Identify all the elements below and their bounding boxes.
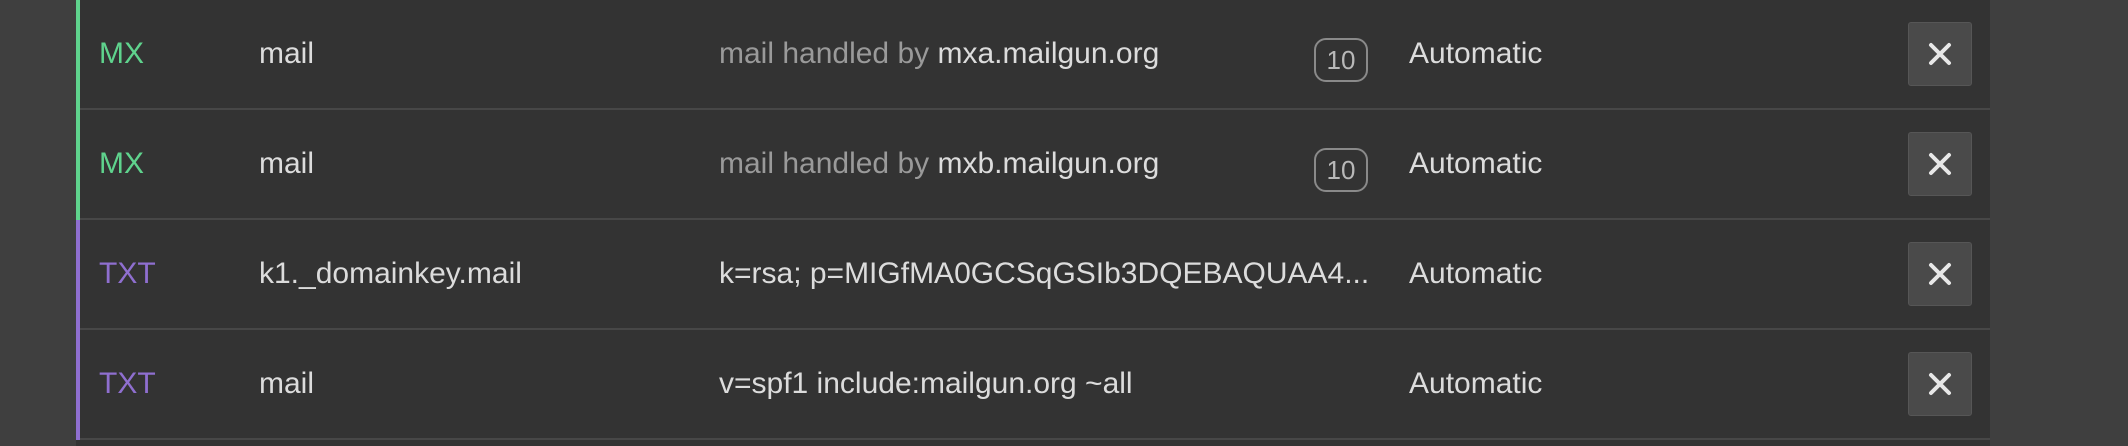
record-type-stripe: [76, 0, 80, 110]
record-type: MX: [99, 147, 144, 180]
dns-records-page: MX mail mail handled by mxa.mailgun.org …: [0, 0, 2128, 446]
record-priority-badge: 10: [1314, 148, 1368, 192]
record-name: mail: [259, 367, 315, 400]
close-icon: [1929, 263, 1951, 285]
delete-record-button[interactable]: [1908, 352, 1972, 416]
record-content: mail handled by mxb.mailgun.org: [719, 110, 1159, 218]
dns-record-row[interactable]: TXT k1._domainkey.mail k=rsa; p=MIGfMA0G…: [76, 220, 1990, 330]
record-content-value: v=spf1 include:mailgun.org ~all: [719, 367, 1133, 400]
record-content: mail handled by mxa.mailgun.org: [719, 0, 1159, 108]
close-icon: [1929, 373, 1951, 395]
dns-record-row[interactable]: MX mail mail handled by mxa.mailgun.org …: [76, 0, 1990, 110]
record-content: k=rsa; p=MIGfMA0GCSqGSIb3DQEBAQUAA4...: [719, 220, 1369, 328]
record-type: TXT: [99, 257, 156, 290]
record-content-value: mxa.mailgun.org: [937, 37, 1160, 70]
record-type-stripe: [76, 110, 80, 220]
dns-record-row[interactable]: MX mail mail handled by mxb.mailgun.org …: [76, 110, 1990, 220]
delete-record-button[interactable]: [1908, 132, 1972, 196]
record-name: mail: [259, 147, 315, 180]
record-content-prefix: mail handled by: [719, 37, 930, 70]
record-ttl: Automatic: [1409, 257, 1543, 290]
record-ttl: Automatic: [1409, 367, 1543, 400]
record-ttl: Automatic: [1409, 37, 1543, 70]
record-name: mail: [259, 37, 315, 70]
record-content-value: k=rsa; p=MIGfMA0GCSqGSIb3DQEBAQUAA4...: [719, 257, 1370, 290]
record-ttl: Automatic: [1409, 147, 1543, 180]
dns-record-row[interactable]: TXT mail v=spf1 include:mailgun.org ~all…: [76, 330, 1990, 440]
record-priority-badge: 10: [1314, 38, 1368, 82]
close-icon: [1929, 43, 1951, 65]
delete-record-button[interactable]: [1908, 22, 1972, 86]
record-type-stripe: [76, 220, 80, 330]
delete-record-button[interactable]: [1908, 242, 1972, 306]
close-icon: [1929, 153, 1951, 175]
dns-records-table: MX mail mail handled by mxa.mailgun.org …: [76, 0, 1990, 446]
record-content: v=spf1 include:mailgun.org ~all: [719, 330, 1133, 438]
record-content-prefix: mail handled by: [719, 147, 930, 180]
record-content-value: mxb.mailgun.org: [937, 147, 1160, 180]
record-type: MX: [99, 37, 144, 70]
record-type-stripe: [76, 330, 80, 440]
record-type: TXT: [99, 367, 156, 400]
record-name: k1._domainkey.mail: [259, 257, 522, 290]
